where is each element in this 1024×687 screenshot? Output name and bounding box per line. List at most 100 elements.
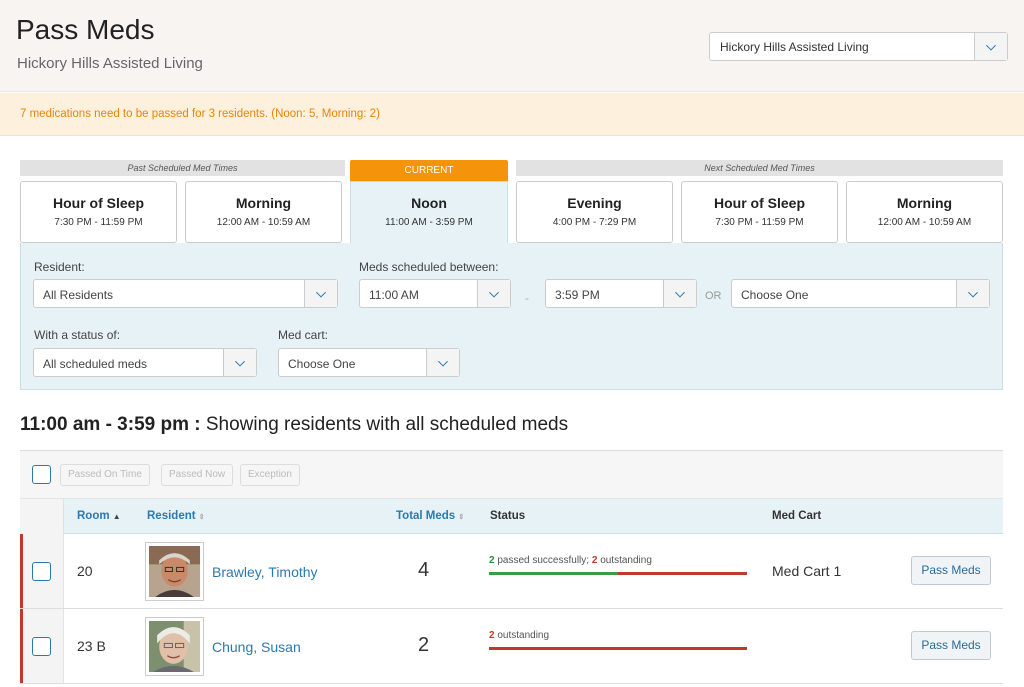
facility-select-value: Hickory Hills Assisted Living: [720, 40, 869, 54]
room-number: 20: [77, 563, 93, 579]
time-card-range: 12:00 AM - 10:59 AM: [877, 217, 972, 228]
time-from-select[interactable]: 11:00 AM: [359, 279, 511, 308]
time-card-morning-next[interactable]: Morning 12:00 AM - 10:59 AM: [846, 181, 1003, 243]
med-time-select-value: Choose One: [741, 288, 809, 302]
time-card-range: 7:30 PM - 11:59 PM: [715, 217, 804, 228]
status-summary: 2 passed successfully; 2 outstanding: [489, 555, 652, 566]
row-checkbox[interactable]: [32, 562, 51, 581]
time-card-morning-past[interactable]: Morning 12:00 AM - 10:59 AM: [185, 181, 342, 243]
status-filter-label: With a status of:: [34, 328, 121, 342]
status-select-value: All scheduled meds: [43, 357, 148, 371]
resident-filter-label: Resident:: [34, 260, 85, 274]
page-title: Pass Meds: [16, 14, 155, 45]
table-header: Room ▲ Resident ⇕ Total Meds ⇕ Status Me…: [20, 499, 1003, 534]
resident-select-value: All Residents: [43, 288, 114, 302]
time-card-noon-current[interactable]: Noon 11:00 AM - 3:59 PM: [350, 181, 508, 244]
between-filter-label: Meds scheduled between:: [359, 260, 499, 274]
time-card-range: 11:00 AM - 3:59 PM: [385, 217, 473, 228]
chevron-down-icon: [235, 356, 245, 367]
time-card-name: Hour of Sleep: [713, 195, 805, 211]
or-separator: OR: [705, 290, 722, 302]
table-row: 20 Brawley, Timothy 4 2 passed successfu…: [20, 534, 1003, 609]
sort-icon: ⇕: [198, 514, 205, 521]
time-to-value: 3:59 PM: [555, 288, 600, 302]
results-time-range: 11:00 am - 3:59 pm :: [20, 414, 201, 435]
resident-column-header[interactable]: Resident ⇕: [147, 510, 205, 522]
time-from-value: 11:00 AM: [369, 288, 419, 302]
time-card-range: 4:00 PM - 7:29 PM: [552, 217, 637, 228]
cart-select[interactable]: Choose One: [278, 348, 460, 377]
time-card-range: 12:00 AM - 10:59 AM: [216, 217, 311, 228]
status-progress-bar: [489, 572, 747, 575]
total-meds: 2: [418, 634, 430, 656]
med-time-select-toggle[interactable]: [956, 280, 989, 307]
facility-select-toggle[interactable]: [974, 33, 1007, 60]
bulk-action-toolbar: Passed On Time Passed Now Exception: [20, 450, 1003, 499]
pass-meds-button[interactable]: Pass Meds: [911, 556, 991, 585]
time-card-range: 7:30 PM - 11:59 PM: [54, 217, 143, 228]
chevron-down-icon: [968, 287, 978, 298]
results-heading: 11:00 am - 3:59 pm : Showing residents w…: [20, 414, 568, 436]
med-time-select[interactable]: Choose One: [731, 279, 990, 308]
facility-select[interactable]: Hickory Hills Assisted Living: [709, 32, 1008, 61]
resident-avatar: [145, 617, 204, 676]
select-column-header: [20, 499, 64, 534]
total-meds-column-header[interactable]: Total Meds ⇕: [396, 510, 464, 522]
exception-button[interactable]: Exception: [240, 464, 300, 486]
time-card-name: Morning: [235, 195, 292, 211]
chevron-down-icon: [986, 40, 996, 51]
time-to-toggle[interactable]: [663, 280, 696, 307]
select-all-checkbox[interactable]: [32, 465, 51, 484]
meds-alert: 7 medications need to be passed for 3 re…: [0, 93, 1024, 136]
cart-select-value: Choose One: [288, 357, 356, 371]
pass-meds-button[interactable]: Pass Meds: [911, 631, 991, 660]
sort-icon: ▲: [112, 512, 121, 521]
total-meds: 4: [418, 559, 430, 581]
page-header: Pass Meds Hickory Hills Assisted Living …: [0, 0, 1024, 92]
status-summary: 2 outstanding: [489, 630, 550, 641]
status-progress-bar: [489, 647, 747, 650]
resident-photo-icon: [149, 621, 200, 672]
resident-photo-icon: [149, 546, 200, 597]
room-number: 23 B: [77, 638, 106, 654]
row-select-cell: [23, 609, 64, 683]
row-checkbox[interactable]: [32, 637, 51, 656]
results-description: Showing residents with all scheduled med…: [205, 414, 569, 435]
time-to-select[interactable]: 3:59 PM: [545, 279, 697, 308]
alert-text: 7 medications need to be passed for 3 re…: [20, 108, 380, 120]
time-card-hour-of-sleep-past[interactable]: Hour of Sleep 7:30 PM - 11:59 PM: [20, 181, 177, 243]
range-dash: -: [525, 291, 529, 305]
resident-select-toggle[interactable]: [304, 280, 337, 307]
resident-name-link[interactable]: Brawley, Timothy: [212, 564, 318, 580]
time-card-name: Noon: [411, 195, 447, 211]
row-select-cell: [23, 534, 64, 608]
passed-on-time-button[interactable]: Passed On Time: [60, 464, 150, 486]
chevron-down-icon: [489, 287, 499, 298]
time-card-evening[interactable]: Evening 4:00 PM - 7:29 PM: [516, 181, 673, 243]
chevron-down-icon: [675, 287, 685, 298]
progress-fill: [489, 572, 618, 575]
table-row: 23 B Chung, Susan 2 2 outstanding Pass M…: [20, 609, 1003, 684]
resident-avatar: [145, 542, 204, 601]
chevron-down-icon: [316, 287, 326, 298]
time-card-hour-of-sleep-next[interactable]: Hour of Sleep 7:30 PM - 11:59 PM: [681, 181, 838, 243]
next-times-label: Next Scheduled Med Times: [516, 160, 1003, 176]
status-select-toggle[interactable]: [223, 349, 256, 376]
med-cart-name: Med Cart 1: [772, 563, 842, 579]
page-subtitle: Hickory Hills Assisted Living: [17, 55, 203, 72]
med-cart-column-header: Med Cart: [772, 510, 822, 522]
sort-icon: ⇕: [458, 514, 465, 521]
time-card-name: Evening: [567, 195, 622, 211]
chevron-down-icon: [438, 356, 448, 367]
resident-select[interactable]: All Residents: [33, 279, 338, 308]
cart-select-toggle[interactable]: [426, 349, 459, 376]
time-card-name: Hour of Sleep: [52, 195, 144, 211]
time-card-name: Morning: [896, 195, 953, 211]
status-select[interactable]: All scheduled meds: [33, 348, 257, 377]
time-from-toggle[interactable]: [477, 280, 510, 307]
resident-name-link[interactable]: Chung, Susan: [212, 639, 301, 655]
passed-now-button[interactable]: Passed Now: [161, 464, 234, 486]
status-column-header: Status: [490, 510, 526, 522]
current-label: CURRENT: [350, 160, 508, 181]
room-column-header[interactable]: Room ▲: [77, 510, 121, 522]
